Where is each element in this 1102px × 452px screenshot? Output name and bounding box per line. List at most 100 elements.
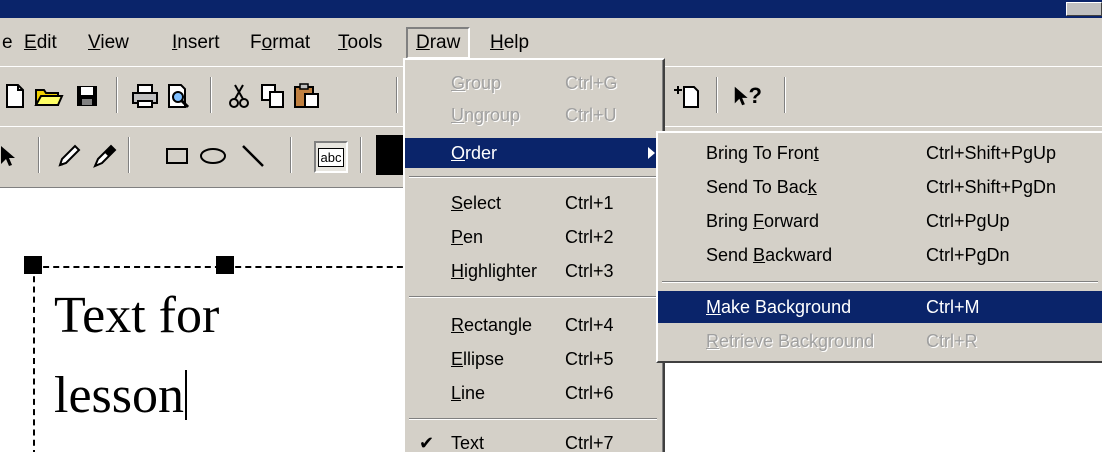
menu-draw[interactable]: Draw xyxy=(406,27,471,59)
menu-item-retrieve-background[interactable]: Retrieve Background Ctrl+R xyxy=(658,325,1102,357)
menu-item-ungroup-label: ngroup xyxy=(464,105,521,125)
print-preview-icon[interactable] xyxy=(164,81,194,111)
new-document-icon[interactable] xyxy=(0,81,30,111)
toolbar-separator xyxy=(116,77,118,113)
whats-this-help-icon[interactable]: ? xyxy=(732,81,762,111)
menu-edit[interactable]: Edit xyxy=(24,30,57,58)
paste-icon[interactable] xyxy=(292,81,322,111)
resize-handle[interactable] xyxy=(24,256,42,274)
menu-item-ellipse-mnemonic: E xyxy=(451,349,464,369)
menu-item-line[interactable]: Line Ctrl+6 xyxy=(405,378,661,408)
menu-view[interactable]: View xyxy=(88,30,129,58)
toolbar-separator xyxy=(290,137,292,173)
resize-handle[interactable] xyxy=(216,256,234,274)
rectangle-icon[interactable] xyxy=(162,141,192,171)
text-caret xyxy=(185,370,187,420)
open-folder-icon[interactable] xyxy=(34,81,64,111)
menu-insert[interactable]: Insert xyxy=(172,30,220,58)
menu-item-text-label: Text xyxy=(451,433,485,452)
bring-to-front-label: Bring To Fron xyxy=(706,143,814,163)
send-to-back-label: Send To Bac xyxy=(706,177,808,197)
menu-item-highlighter-mnemonic: H xyxy=(451,261,464,281)
menu-item-bring-forward[interactable]: Bring Forward Ctrl+PgUp xyxy=(658,205,1102,237)
send-to-back-mnemonic: k xyxy=(807,177,817,197)
highlighter-icon[interactable] xyxy=(90,141,120,171)
menu-item-select[interactable]: Select Ctrl+1 xyxy=(405,188,661,218)
send-backward-shortcut: Ctrl+PgDn xyxy=(926,245,1010,265)
menu-draw-label: raw xyxy=(429,32,461,53)
help-question-glyph: ? xyxy=(748,83,762,108)
toolbar-separator xyxy=(784,77,786,113)
pen-icon[interactable] xyxy=(54,141,84,171)
make-background-mnemonic: M xyxy=(706,297,721,317)
menu-file-label: e xyxy=(2,32,13,53)
send-backward-mnemonic: B xyxy=(753,245,766,265)
menu-item-ellipse-shortcut: Ctrl+5 xyxy=(565,349,614,369)
menu-item-bring-to-front[interactable]: Bring To Front Ctrl+Shift+PgUp xyxy=(658,137,1102,169)
document-text-line-2[interactable]: lesson xyxy=(54,366,187,426)
menu-format-label-b: rmat xyxy=(272,32,311,53)
menu-item-ellipse[interactable]: Ellipse Ctrl+5 xyxy=(405,344,661,374)
menu-separator xyxy=(662,281,1098,283)
menu-item-pen-mnemonic: P xyxy=(451,227,464,247)
menu-item-text-shortcut: Ctrl+7 xyxy=(565,433,614,452)
menu-item-send-to-back[interactable]: Send To Back Ctrl+Shift+PgDn xyxy=(658,171,1102,203)
line-icon[interactable] xyxy=(238,141,268,171)
send-to-back-shortcut: Ctrl+Shift+PgDn xyxy=(926,177,1057,197)
save-icon[interactable] xyxy=(72,81,102,111)
menu-item-pen-label: en xyxy=(463,227,484,247)
menu-item-select-mnemonic: S xyxy=(451,193,464,213)
text-tool-label: abc xyxy=(317,147,345,167)
menu-format[interactable]: Format xyxy=(250,30,310,58)
print-icon[interactable] xyxy=(130,81,160,111)
draw-menu-dropdown: Group Ctrl+G Ungroup Ctrl+U Order Select… xyxy=(403,58,665,452)
document-text-line-1[interactable]: Text for xyxy=(54,286,219,346)
toolbar-separator xyxy=(360,137,362,173)
text-tool-icon[interactable]: abc xyxy=(314,141,348,173)
menu-item-highlighter[interactable]: Highlighter Ctrl+3 xyxy=(405,256,661,286)
menu-item-group-mnemonic: G xyxy=(451,73,466,93)
title-bar xyxy=(0,0,1102,18)
color-swatch[interactable] xyxy=(376,135,404,175)
menu-item-text[interactable]: ✔ Text Ctrl+7 xyxy=(405,428,661,452)
menu-format-label-a: F xyxy=(250,32,262,53)
menu-item-group[interactable]: Group Ctrl+G xyxy=(405,68,661,98)
menu-item-ellipse-label: llipse xyxy=(463,349,505,369)
toolbar-separator xyxy=(716,77,718,113)
cut-icon[interactable] xyxy=(224,81,254,111)
copy-icon[interactable] xyxy=(258,81,288,111)
menu-item-make-background[interactable]: Make Background Ctrl+M xyxy=(658,291,1102,323)
make-background-label: ake Background xyxy=(721,297,852,317)
toolbar-separator xyxy=(128,137,130,173)
menu-item-line-shortcut: Ctrl+6 xyxy=(565,383,614,403)
pointer-icon[interactable] xyxy=(0,141,22,171)
menu-item-select-shortcut: Ctrl+1 xyxy=(565,193,614,213)
menu-item-rectangle[interactable]: Rectangle Ctrl+4 xyxy=(405,310,661,340)
bring-to-front-mnemonic: t xyxy=(813,143,819,163)
menu-help[interactable]: Help xyxy=(490,30,529,58)
menu-separator xyxy=(409,176,657,178)
retrieve-background-label: etrieve Background xyxy=(719,331,875,351)
menu-item-order[interactable]: Order xyxy=(405,138,661,168)
menu-separator xyxy=(409,296,657,298)
retrieve-background-shortcut: Ctrl+R xyxy=(926,331,978,351)
menu-item-ungroup[interactable]: Ungroup Ctrl+U xyxy=(405,100,661,130)
menu-item-rectangle-label: ectangle xyxy=(464,315,533,335)
menu-item-group-label: roup xyxy=(465,73,502,93)
toolbar-separator xyxy=(38,137,40,173)
menu-item-ungroup-shortcut: Ctrl+U xyxy=(565,105,617,125)
menu-item-pen[interactable]: Pen Ctrl+2 xyxy=(405,222,661,252)
send-backward-label-b: ackward xyxy=(765,245,833,265)
ellipse-icon[interactable] xyxy=(198,141,228,171)
menu-separator xyxy=(409,418,657,420)
bring-forward-label-a: Bring xyxy=(706,211,754,231)
menu-tools[interactable]: Tools xyxy=(338,30,382,58)
make-background-shortcut: Ctrl+M xyxy=(926,297,980,317)
menu-file[interactable]: e xyxy=(2,30,13,58)
menu-item-line-mnemonic: L xyxy=(451,383,462,403)
window-control-button[interactable] xyxy=(1066,2,1102,16)
menu-item-ungroup-mnemonic: U xyxy=(451,105,464,125)
checkmark-icon: ✔ xyxy=(419,433,435,452)
new-page-icon[interactable] xyxy=(672,81,702,111)
menu-item-send-backward[interactable]: Send Backward Ctrl+PgDn xyxy=(658,239,1102,271)
